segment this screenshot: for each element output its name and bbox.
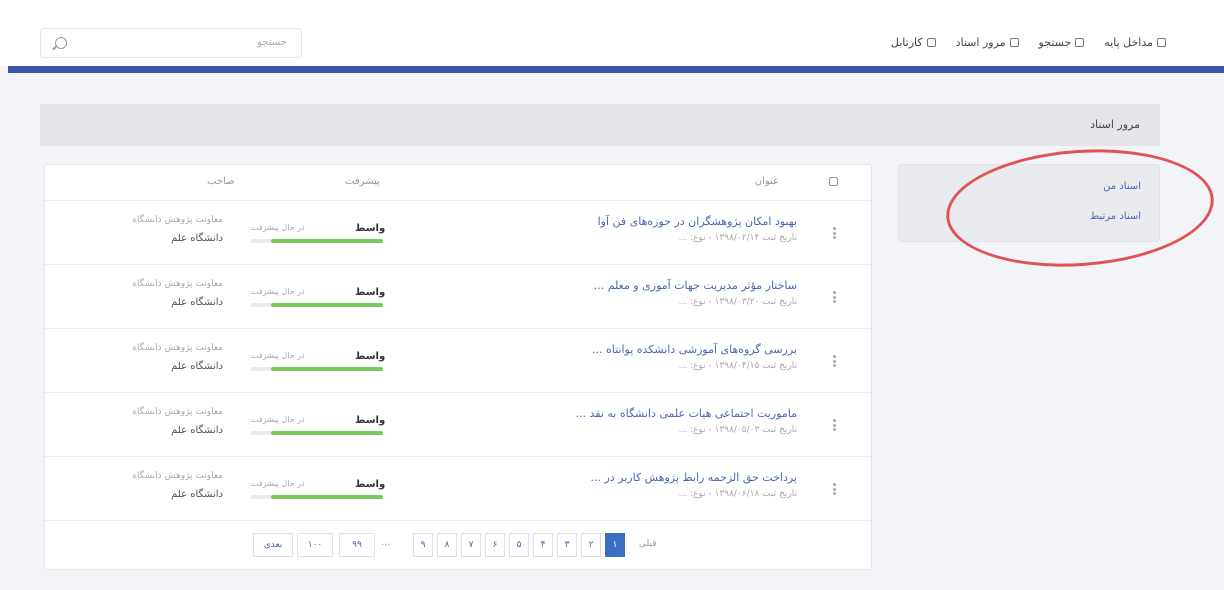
top-nav: کارتابل مرور اسناد جستجو مداخل پایه [891, 36, 1166, 49]
status-badge: واسط [355, 223, 386, 234]
row-title-link[interactable]: ساختار مؤثر مدیریت جهات آموزی و معلم ... [594, 279, 797, 292]
pagination-page-button[interactable]: ۴ [533, 533, 553, 557]
row-subtitle: تاریخ ثبت ۱۳۹۸/۰۲/۱۴ - نوع: ... [678, 233, 797, 243]
progress-label: در حال پیشرفت [251, 479, 305, 488]
nav-item-label: کارتابل [890, 36, 923, 49]
top-bar: جستجو کارتابل مرور اسناد جستجو مداخل پای… [0, 0, 1224, 66]
progress-bar [251, 431, 383, 435]
pagination-next-button[interactable]: بعدی [253, 533, 293, 557]
author-name: دانشگاه علم [171, 489, 223, 500]
nav-item-dashboard[interactable]: کارتابل [891, 36, 936, 49]
author-org: معاونت پژوهش دانشگاه [132, 471, 223, 481]
column-header-author: صاحب [207, 176, 235, 187]
documents-table: عنوان پیشرفت صاحب بهبود امکان پژوهشگران … [44, 164, 872, 570]
progress-fill [270, 303, 383, 307]
author-name: دانشگاه علم [171, 361, 223, 372]
pagination-page-button[interactable]: ۵ [509, 533, 529, 557]
progress-fill [270, 367, 383, 371]
progress-label: در حال پیشرفت [251, 223, 305, 232]
search-placeholder: جستجو [257, 37, 287, 48]
column-header-progress: پیشرفت [345, 176, 380, 187]
progress-bar [251, 495, 383, 499]
table-header: عنوان پیشرفت صاحب [45, 165, 871, 201]
pagination-page-button[interactable]: ۹۹ [339, 533, 375, 557]
row-menu-icon[interactable] [833, 291, 836, 303]
status-badge: واسط [355, 479, 386, 490]
pagination-page-button[interactable]: ۳ [557, 533, 577, 557]
select-all-icon[interactable] [829, 177, 838, 186]
pagination-page-button[interactable]: ۲ [581, 533, 601, 557]
pagination-label: قبلی [639, 539, 657, 549]
row-subtitle: تاریخ ثبت ۱۳۹۸/۰۵/۰۳ - نوع: ... [678, 425, 797, 435]
status-badge: واسط [355, 415, 386, 426]
progress-fill [270, 431, 383, 435]
author-name: دانشگاه علم [171, 233, 223, 244]
progress-fill [270, 239, 383, 243]
author-name: دانشگاه علم [171, 425, 223, 436]
row-title-link[interactable]: ماموریت اجتماعی هیات علمی دانشگاه به نقد… [575, 407, 797, 420]
table-row[interactable]: بهبود امکان پژوهشگران در حوزه‌های فن آوا… [45, 201, 871, 265]
pagination-page-button[interactable]: ۸ [437, 533, 457, 557]
status-badge: واسط [355, 287, 386, 298]
row-subtitle: تاریخ ثبت ۱۳۹۸/۰۳/۲۰ - نوع: ... [678, 297, 797, 307]
progress-label: در حال پیشرفت [251, 415, 305, 424]
pagination-page-button[interactable]: ۱۰۰ [297, 533, 333, 557]
author-org: معاونت پژوهش دانشگاه [132, 279, 223, 289]
row-title-link[interactable]: پرداخت حق الزحمه رابط پژوهش کاربر در ... [590, 471, 797, 484]
author-org: معاونت پژوهش دانشگاه [132, 407, 223, 417]
nav-item-label: مداخل پایه [1104, 36, 1153, 49]
row-menu-icon[interactable] [833, 355, 836, 367]
search-icon[interactable] [55, 37, 67, 49]
status-badge: واسط [355, 351, 386, 362]
database-icon [1157, 38, 1166, 47]
pagination-page-button[interactable]: ۱ [605, 533, 625, 557]
row-menu-icon[interactable] [833, 483, 836, 495]
progress-bar [251, 239, 383, 243]
row-menu-icon[interactable] [833, 419, 836, 431]
progress-fill [270, 495, 383, 499]
pagination-page-button[interactable]: ۹ [413, 533, 433, 557]
table-row[interactable]: ساختار مؤثر مدیریت جهات آموزی و معلم ...… [45, 265, 871, 329]
table-row[interactable]: پرداخت حق الزحمه رابط پژوهش کاربر در ...… [45, 457, 871, 521]
author-org: معاونت پژوهش دانشگاه [132, 215, 223, 225]
nav-item-label: جستجو [1038, 36, 1072, 49]
pagination-page-button[interactable]: ۶ [485, 533, 505, 557]
table-row[interactable]: ماموریت اجتماعی هیات علمی دانشگاه به نقد… [45, 393, 871, 457]
pagination-page-button[interactable]: ۷ [461, 533, 481, 557]
sidebar: اسناد من اسناد مرتبط [898, 164, 1160, 242]
progress-label: در حال پیشرفت [251, 287, 305, 296]
accent-bar [8, 66, 1224, 73]
row-menu-icon[interactable] [833, 227, 836, 239]
nav-item-label: مرور اسناد [955, 36, 1006, 49]
row-subtitle: تاریخ ثبت ۱۳۹۸/۰۶/۱۸ - نوع: ... [678, 489, 797, 499]
column-header-title: عنوان [754, 176, 779, 187]
row-title-link[interactable]: بهبود امکان پژوهشگران در حوزه‌های فن آوا [598, 215, 797, 228]
nav-item-browse-docs[interactable]: مرور اسناد [956, 36, 1019, 49]
author-org: معاونت پژوهش دانشگاه [132, 343, 223, 353]
nav-item-base-entries[interactable]: مداخل پایه [1104, 36, 1166, 49]
search-input[interactable]: جستجو [40, 28, 302, 58]
row-subtitle: تاریخ ثبت ۱۳۹۸/۰۴/۱۵ - نوع: ... [678, 361, 797, 371]
progress-label: در حال پیشرفت [251, 351, 305, 360]
sidebar-item-related-docs[interactable]: اسناد مرتبط [1090, 211, 1141, 222]
page-header: مرور اسناد [40, 104, 1160, 146]
progress-bar [251, 303, 383, 307]
grid-icon [926, 38, 936, 47]
pagination: قبلی ۱۲۳۴۵۶۷۸۹ ... ۹۹ ۱۰۰ بعدی [45, 521, 871, 569]
document-icon [1009, 38, 1019, 47]
author-name: دانشگاه علم [171, 297, 223, 308]
table-row[interactable]: بررسی گروه‌های آموزشی دانشکده پوانتاه ..… [45, 329, 871, 393]
pagination-ellipsis: ... [381, 537, 391, 548]
nav-item-search[interactable]: جستجو [1039, 36, 1085, 49]
row-title-link[interactable]: بررسی گروه‌های آموزشی دانشکده پوانتاه ..… [592, 343, 797, 356]
page-title: مرور اسناد [1090, 118, 1140, 131]
progress-bar [251, 367, 383, 371]
search-icon [1075, 38, 1085, 47]
sidebar-item-my-docs[interactable]: اسناد من [1103, 181, 1141, 192]
